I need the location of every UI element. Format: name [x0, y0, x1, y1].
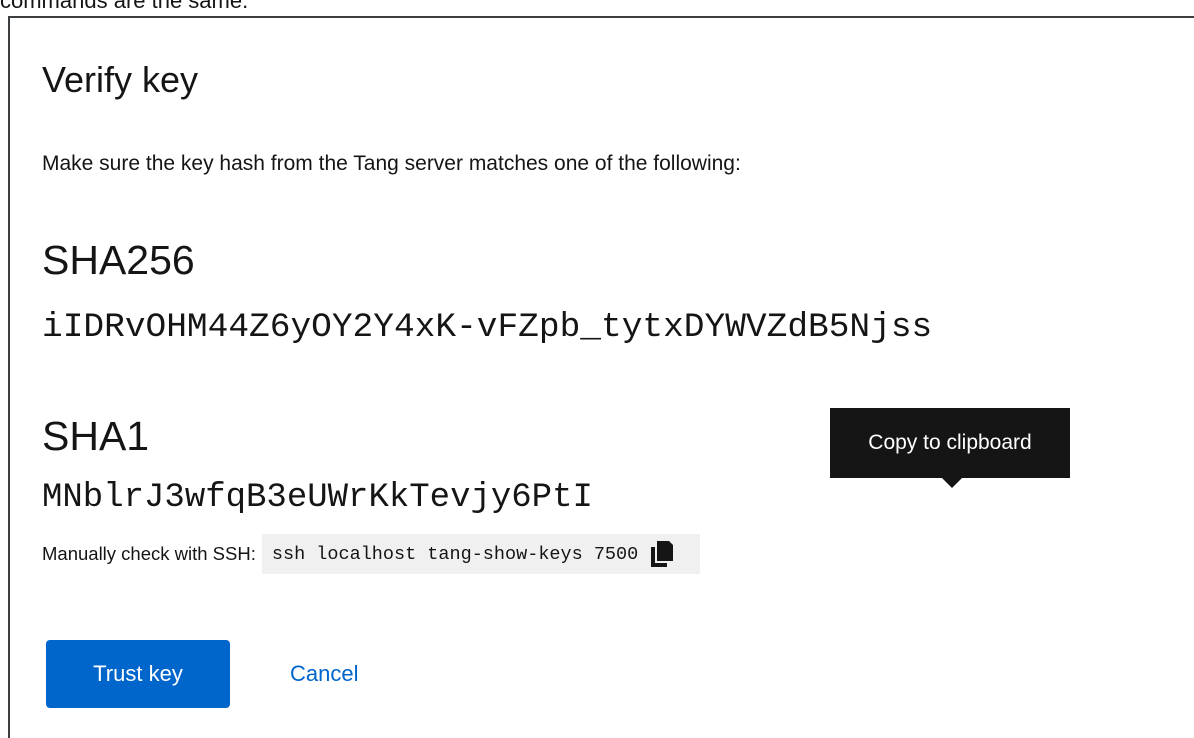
- trust-key-button[interactable]: Trust key: [46, 640, 230, 708]
- sha256-value: iIDRvOHM44Z6yOY2Y4xK-vFZpb_tytxDYWVZdB5N…: [42, 308, 933, 347]
- copy-icon: [651, 541, 674, 567]
- copy-to-clipboard-button[interactable]: [650, 541, 674, 567]
- ssh-command-box: ssh localhost tang-show-keys 7500: [261, 534, 701, 574]
- ssh-command: ssh localhost tang-show-keys 7500: [271, 543, 639, 565]
- cancel-button[interactable]: Cancel: [268, 640, 380, 708]
- dialog-title: Verify key: [42, 59, 199, 100]
- sha256-label: SHA256: [42, 237, 195, 283]
- verify-key-dialog: Verify key Make sure the key hash from t…: [8, 16, 1194, 738]
- dialog-description: Make sure the key hash from the Tang ser…: [42, 152, 741, 175]
- background-text: commands are the same.: [0, 0, 249, 13]
- page: commands are the same. Verify key Make s…: [0, 0, 1194, 738]
- ssh-check-label: Manually check with SSH:: [42, 543, 256, 564]
- sha1-value: MNblrJ3wfqB3eUWrKkTevjy6PtI: [42, 479, 593, 517]
- sha1-label: SHA1: [42, 413, 150, 459]
- copy-tooltip: Copy to clipboard: [830, 408, 1070, 488]
- ssh-check-row: Manually check with SSH: ssh localhost t…: [42, 534, 701, 574]
